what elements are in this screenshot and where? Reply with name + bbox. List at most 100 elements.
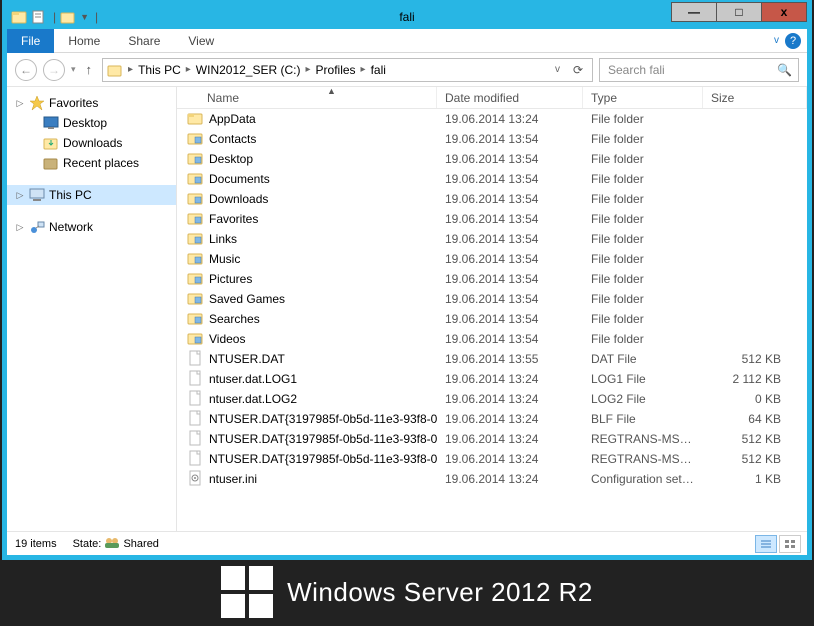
- title-bar[interactable]: | ▼ | fali — □ x: [7, 5, 807, 29]
- maximize-button[interactable]: □: [716, 2, 762, 22]
- special-icon: [187, 310, 203, 329]
- back-button[interactable]: ←: [15, 59, 37, 81]
- close-button[interactable]: x: [761, 2, 807, 22]
- file-date: 19.06.2014 13:55: [437, 352, 583, 366]
- file-list[interactable]: ▲ Name Date modified Type Size AppData19…: [177, 87, 807, 531]
- col-type[interactable]: Type: [583, 87, 703, 108]
- file-date: 19.06.2014 13:54: [437, 252, 583, 266]
- table-row[interactable]: NTUSER.DAT{3197985f-0b5d-11e3-93f8-0...1…: [177, 449, 807, 469]
- expand-icon[interactable]: ▷: [15, 222, 25, 233]
- col-size[interactable]: Size: [703, 87, 807, 108]
- qat-dropdown-icon[interactable]: ▼: [80, 12, 89, 22]
- table-row[interactable]: Links19.06.2014 13:54File folder: [177, 229, 807, 249]
- col-name[interactable]: Name: [177, 87, 437, 108]
- file-icon: [187, 410, 203, 429]
- help-icon[interactable]: ?: [785, 33, 801, 49]
- state-label: State:: [73, 538, 102, 550]
- special-icon: [187, 330, 203, 349]
- minimize-button[interactable]: —: [671, 2, 717, 22]
- state: State: Shared: [73, 537, 159, 550]
- file-type: File folder: [583, 212, 703, 226]
- search-input[interactable]: [606, 62, 777, 78]
- file-type: File folder: [583, 192, 703, 206]
- special-icon: [187, 130, 203, 149]
- search-icon[interactable]: 🔍: [777, 63, 792, 77]
- tab-view[interactable]: View: [174, 30, 228, 52]
- table-row[interactable]: ntuser.ini19.06.2014 13:24Configuration …: [177, 469, 807, 489]
- chevron-right-icon[interactable]: ▸: [185, 64, 192, 75]
- table-row[interactable]: AppData19.06.2014 13:24File folder: [177, 109, 807, 129]
- breadcrumb-2[interactable]: Profiles: [314, 63, 358, 77]
- address-bar[interactable]: ▸ This PC ▸ WIN2012_SER (C:) ▸ Profiles …: [102, 58, 593, 82]
- nav-this-pc[interactable]: ▷ This PC: [7, 185, 176, 205]
- properties-icon[interactable]: [31, 9, 47, 25]
- downloads-icon: [43, 135, 59, 151]
- table-row[interactable]: Documents19.06.2014 13:54File folder: [177, 169, 807, 189]
- table-row[interactable]: Music19.06.2014 13:54File folder: [177, 249, 807, 269]
- nav-network[interactable]: ▷ Network: [7, 217, 176, 237]
- file-date: 19.06.2014 13:54: [437, 232, 583, 246]
- breadcrumb-1[interactable]: WIN2012_SER (C:): [194, 63, 303, 77]
- nav-favorites[interactable]: ▷ Favorites: [7, 93, 176, 113]
- ini-icon: [187, 470, 203, 489]
- ribbon-expand-icon[interactable]: v: [774, 35, 779, 46]
- table-row[interactable]: Downloads19.06.2014 13:54File folder: [177, 189, 807, 209]
- ribbon: File Home Share View v ?: [7, 29, 807, 53]
- file-size: 0 KB: [703, 392, 807, 406]
- nav-recent[interactable]: Recent places: [7, 153, 176, 173]
- file-date: 19.06.2014 13:54: [437, 312, 583, 326]
- file-name: Favorites: [209, 212, 258, 226]
- expand-icon[interactable]: ▷: [15, 98, 25, 109]
- table-row[interactable]: Pictures19.06.2014 13:54File folder: [177, 269, 807, 289]
- forward-button[interactable]: →: [43, 59, 65, 81]
- table-row[interactable]: ntuser.dat.LOG119.06.2014 13:24LOG1 File…: [177, 369, 807, 389]
- address-dropdown-icon[interactable]: v: [554, 64, 564, 75]
- file-icon: [187, 450, 203, 469]
- table-row[interactable]: Contacts19.06.2014 13:54File folder: [177, 129, 807, 149]
- file-name: ntuser.dat.LOG2: [209, 392, 297, 406]
- file-type: DAT File: [583, 352, 703, 366]
- table-row[interactable]: NTUSER.DAT{3197985f-0b5d-11e3-93f8-0...1…: [177, 429, 807, 449]
- table-row[interactable]: NTUSER.DAT{3197985f-0b5d-11e3-93f8-0...1…: [177, 409, 807, 429]
- file-date: 19.06.2014 13:24: [437, 392, 583, 406]
- chevron-right-icon[interactable]: ▸: [360, 64, 367, 75]
- file-type: LOG1 File: [583, 372, 703, 386]
- breadcrumb-root-icon[interactable]: [105, 62, 125, 78]
- nav-item-label: Desktop: [63, 116, 107, 130]
- nav-downloads[interactable]: Downloads: [7, 133, 176, 153]
- file-name: NTUSER.DAT{3197985f-0b5d-11e3-93f8-0...: [209, 412, 437, 426]
- view-icons-button[interactable]: [779, 535, 801, 553]
- table-row[interactable]: Favorites19.06.2014 13:54File folder: [177, 209, 807, 229]
- col-date[interactable]: Date modified: [437, 87, 583, 108]
- file-tab[interactable]: File: [7, 29, 54, 53]
- file-name: Contacts: [209, 132, 256, 146]
- breadcrumb-0[interactable]: This PC: [136, 63, 183, 77]
- view-details-button[interactable]: [755, 535, 777, 553]
- table-row[interactable]: NTUSER.DAT19.06.2014 13:55DAT File512 KB: [177, 349, 807, 369]
- table-row[interactable]: Searches19.06.2014 13:54File folder: [177, 309, 807, 329]
- tab-home[interactable]: Home: [54, 30, 114, 52]
- chevron-right-icon[interactable]: ▸: [127, 64, 134, 75]
- nav-desktop[interactable]: Desktop: [7, 113, 176, 133]
- file-date: 19.06.2014 13:54: [437, 192, 583, 206]
- special-icon: [187, 170, 203, 189]
- file-date: 19.06.2014 13:24: [437, 472, 583, 486]
- table-row[interactable]: Saved Games19.06.2014 13:54File folder: [177, 289, 807, 309]
- chevron-right-icon[interactable]: ▸: [304, 64, 311, 75]
- column-headers[interactable]: ▲ Name Date modified Type Size: [177, 87, 807, 109]
- tab-share[interactable]: Share: [114, 30, 174, 52]
- recent-locations-icon[interactable]: ▾: [71, 64, 76, 75]
- app-icon[interactable]: [11, 9, 27, 25]
- table-row[interactable]: Desktop19.06.2014 13:54File folder: [177, 149, 807, 169]
- up-button[interactable]: ↑: [82, 62, 97, 77]
- table-row[interactable]: Videos19.06.2014 13:54File folder: [177, 329, 807, 349]
- table-row[interactable]: ntuser.dat.LOG219.06.2014 13:24LOG2 File…: [177, 389, 807, 409]
- file-name: ntuser.ini: [209, 472, 257, 486]
- navigation-pane[interactable]: ▷ Favorites Desktop Downloads Recent pla…: [7, 87, 177, 531]
- search-box[interactable]: 🔍: [599, 58, 799, 82]
- breadcrumb-3[interactable]: fali: [369, 63, 388, 77]
- expand-icon[interactable]: ▷: [15, 190, 25, 201]
- file-type: File folder: [583, 332, 703, 346]
- refresh-button[interactable]: ⟳: [566, 58, 590, 82]
- new-folder-icon[interactable]: [60, 9, 76, 25]
